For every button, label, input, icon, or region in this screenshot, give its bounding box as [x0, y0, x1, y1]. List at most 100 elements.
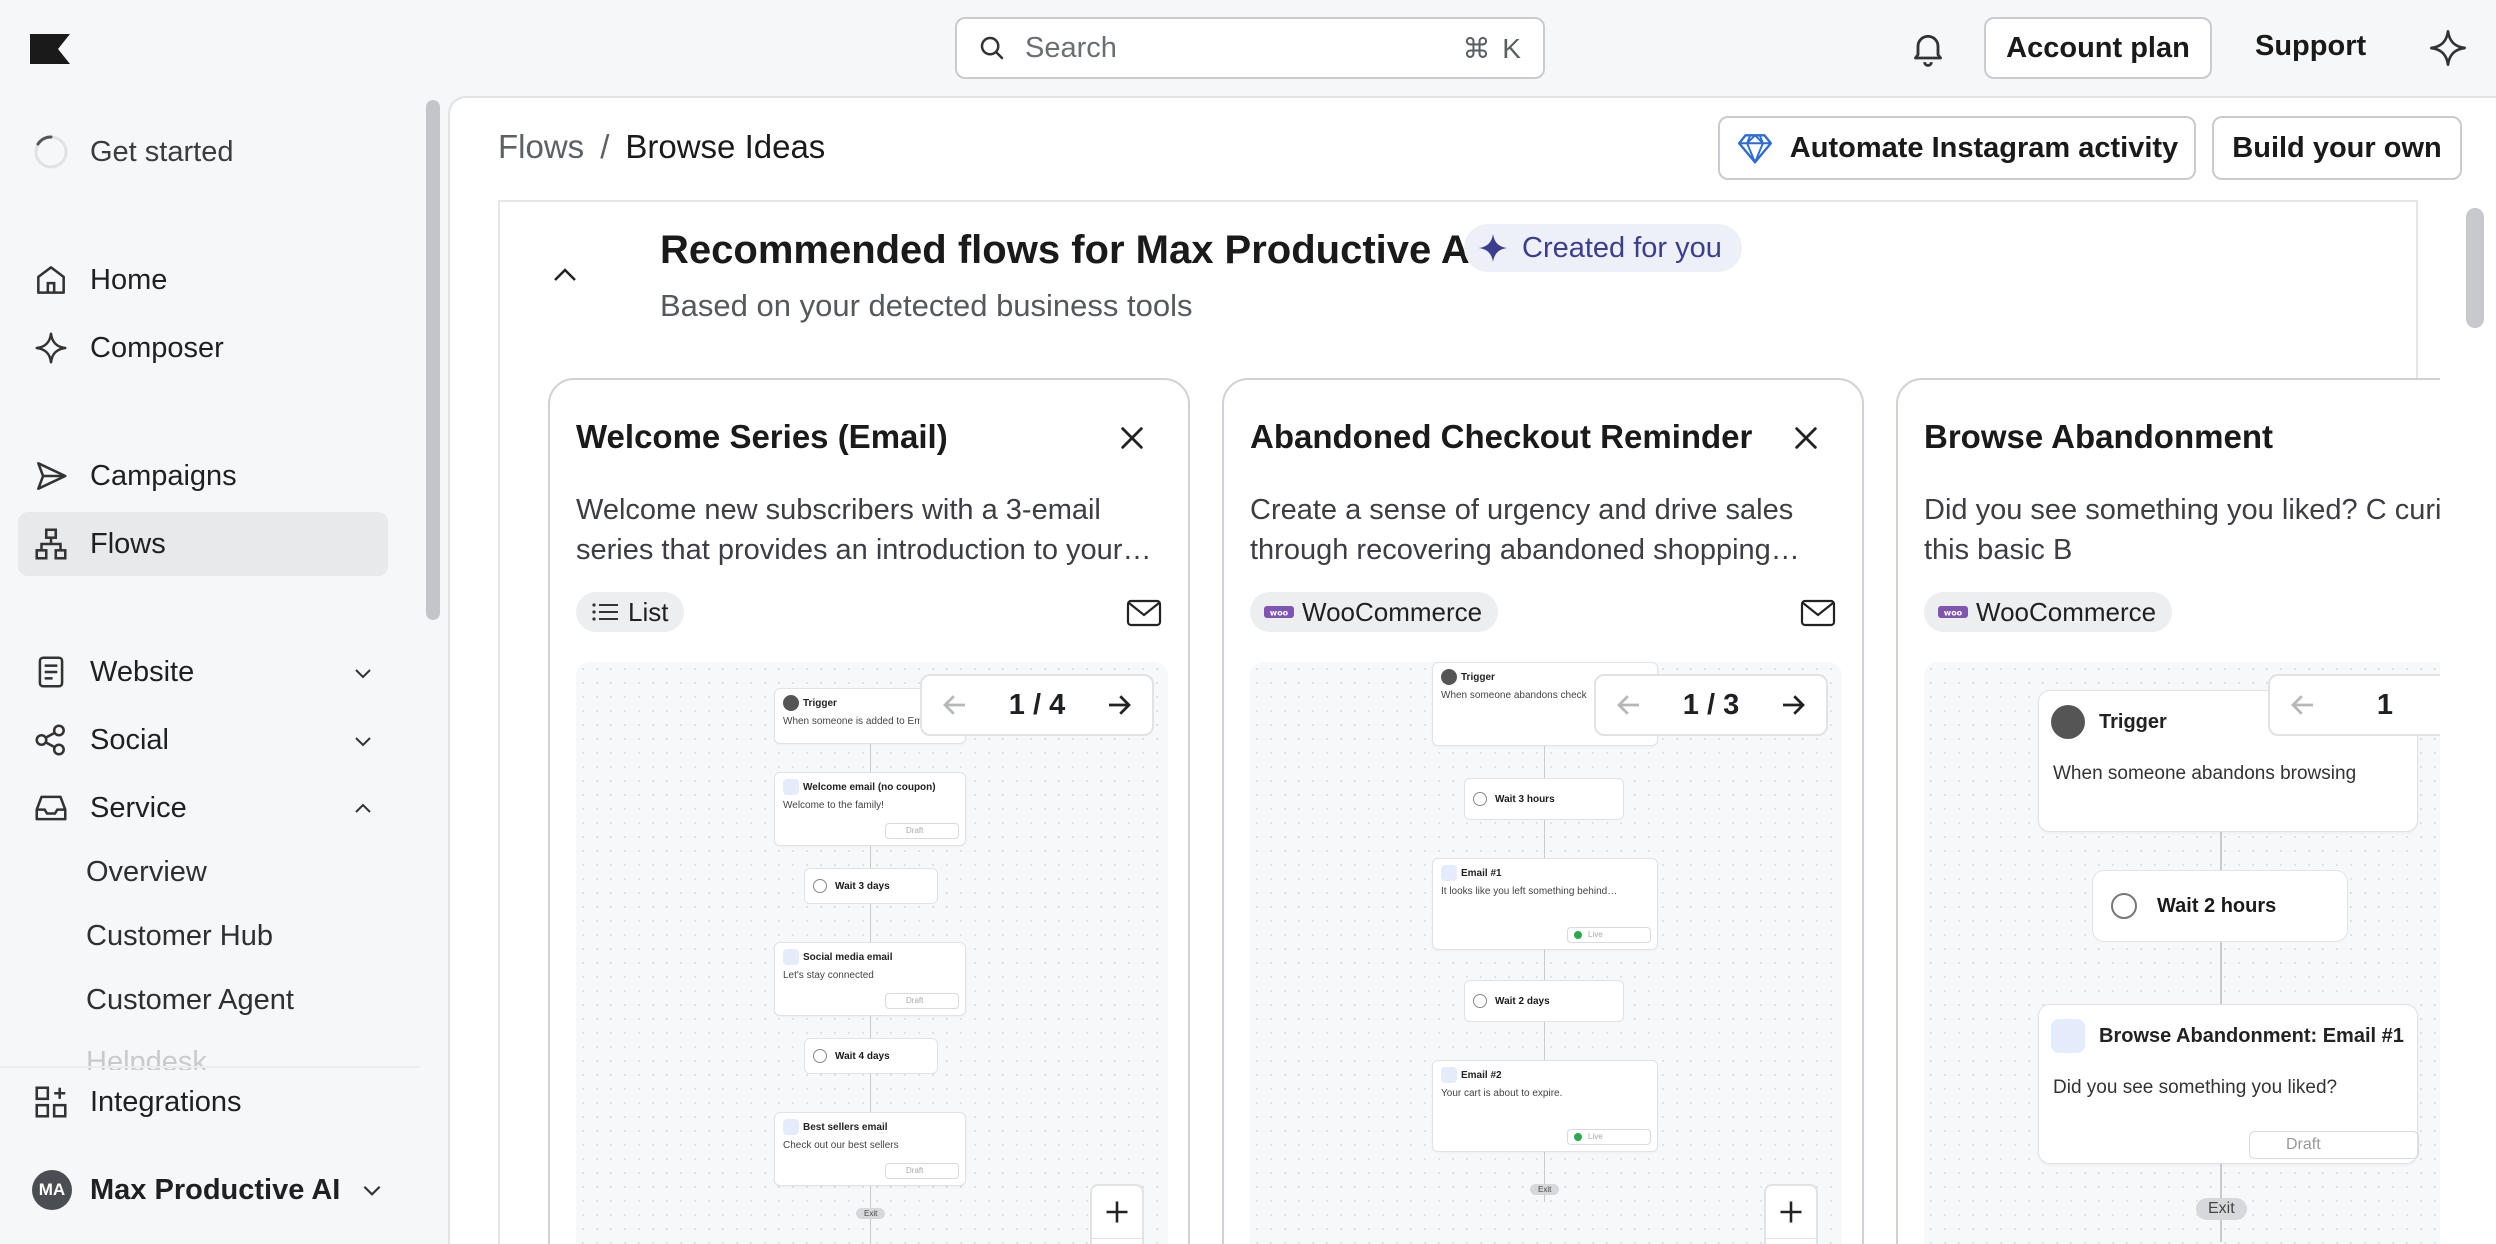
sidebar-item-get-started[interactable]: Get started [18, 120, 388, 184]
flows-icon [35, 528, 67, 560]
arrow-left-icon[interactable] [2288, 690, 2318, 720]
flow-card-browse-abandonment[interactable]: Browse Abandonment Did you see something… [1896, 378, 2440, 1244]
node-title: Browse Abandonment: Email #1 [2099, 1025, 2404, 1047]
support-link[interactable]: Support [2255, 30, 2366, 63]
chevron-down-icon[interactable] [352, 662, 374, 684]
sidebar-scrollbar[interactable] [426, 100, 440, 620]
arrow-right-icon[interactable] [1104, 690, 1134, 720]
sidebar-subitem-customer-agent[interactable]: Customer Agent [86, 984, 294, 1017]
wait-label: Wait 3 days [835, 880, 890, 892]
flow-preview-canvas[interactable]: Trigger When someone abandons check Wait… [1250, 662, 1842, 1244]
email-icon [783, 1119, 799, 1135]
email-icon [783, 949, 799, 965]
flow-node-wait: Wait 4 days [804, 1038, 938, 1074]
ai-sparkle-icon[interactable] [2428, 28, 2468, 68]
flow-node-email: Social media email Let's stay connected … [774, 942, 966, 1016]
chevron-up-icon[interactable] [352, 798, 374, 820]
sidebar-item-campaigns[interactable]: Campaigns [18, 444, 388, 508]
created-for-you-badge: Created for you [1464, 224, 1742, 272]
arrow-left-icon[interactable] [940, 690, 970, 720]
badge-label: Created for you [1522, 231, 1722, 264]
section-title: Recommended flows for Max Productive AI [660, 228, 1481, 272]
status-badge: Live [1567, 927, 1651, 943]
trigger-icon [1441, 669, 1457, 685]
sidebar-item-integrations[interactable]: Integrations [18, 1070, 388, 1134]
node-title: Best sellers email [803, 1122, 888, 1133]
sidebar-item-label: Composer [90, 331, 224, 364]
search-icon [980, 36, 1004, 60]
email-icon [1441, 865, 1457, 881]
status-text: Live [1588, 930, 1603, 939]
node-desc: When someone abandons browsing [2053, 763, 2357, 784]
flow-node-email: Email #1 It looks like you left somethin… [1432, 858, 1658, 950]
chip-label: WooCommerce [1976, 596, 2157, 627]
woocommerce-logo-icon: woo [1938, 606, 1968, 618]
trigger-icon [2051, 705, 2085, 739]
sidebar-item-label: Integrations [90, 1085, 242, 1118]
flow-node-wait: Wait 2 hours [2092, 870, 2348, 942]
zoom-out-button[interactable] [1092, 1238, 1142, 1244]
card-title: Welcome Series (Email) [576, 418, 948, 455]
search-placeholder: Search [1025, 31, 1117, 64]
flow-card-abandoned-checkout[interactable]: Abandoned Checkout Reminder Create a sen… [1222, 378, 1864, 1244]
breadcrumb: Flows / Browse Ideas [498, 128, 825, 166]
breadcrumb-separator: / [600, 128, 610, 165]
node-desc: Check out our best sellers [783, 1140, 899, 1151]
sidebar-item-flows[interactable]: Flows [18, 512, 388, 576]
svg-text:woo: woo [1270, 609, 1289, 618]
woocommerce-chip: woo WooCommerce [1924, 592, 2173, 632]
close-icon[interactable] [1792, 424, 1820, 452]
trigger-chip: List [576, 592, 685, 632]
chip-label: List [628, 596, 669, 627]
node-title: Trigger [1461, 672, 1495, 683]
card-description: Create a sense of urgency and drive sale… [1250, 494, 1800, 566]
sidebar-item-composer[interactable]: Composer [18, 316, 388, 380]
search-input[interactable]: Search ⌘ K [955, 17, 1545, 79]
node-desc: Your cart is about to expire. [1441, 1088, 1563, 1099]
flow-node-wait: Wait 3 days [804, 868, 938, 904]
brand-logo-icon[interactable] [30, 34, 70, 64]
flow-preview-canvas[interactable]: Trigger When someone is added to Email W… [576, 662, 1168, 1244]
wait-label: Wait 4 days [835, 1050, 890, 1062]
automate-instagram-button[interactable]: Automate Instagram activity [1718, 116, 2196, 180]
notifications-bell-icon[interactable] [1908, 28, 1948, 68]
pager-count: 1 [2376, 688, 2394, 721]
sidebar-item-service[interactable]: Service [18, 776, 388, 840]
sidebar-subitem-overview[interactable]: Overview [86, 856, 207, 889]
sidebar-item-website[interactable]: Website [18, 640, 388, 704]
node-title: Trigger [2099, 711, 2167, 733]
sidebar-subitem-customer-hub[interactable]: Customer Hub [86, 920, 273, 953]
clock-icon [813, 879, 827, 893]
automate-instagram-label: Automate Instagram activity [1789, 131, 2179, 164]
status-badge: Live [1567, 1129, 1651, 1145]
main-scrollbar[interactable] [2466, 208, 2484, 328]
flow-node-email: Welcome email (no coupon) Welcome to the… [774, 772, 966, 846]
zoom-in-button[interactable] [1092, 1186, 1142, 1238]
chevron-down-icon[interactable] [352, 730, 374, 752]
breadcrumb-flows[interactable]: Flows [498, 128, 584, 165]
zoom-in-button[interactable] [1766, 1186, 1816, 1238]
account-name: Max Productive AI [90, 1173, 341, 1206]
zoom-out-button[interactable] [1766, 1238, 1816, 1244]
build-your-own-button[interactable]: Build your own [2212, 116, 2462, 180]
wait-label: Wait 2 days [1495, 995, 1550, 1007]
flow-exit: Exit [1530, 1184, 1560, 1195]
close-icon[interactable] [1118, 424, 1146, 452]
flow-preview-canvas[interactable]: Trigger When someone abandons browsing W… [1924, 662, 2440, 1244]
flow-card-welcome-series[interactable]: Welcome Series (Email) Welcome new subsc… [548, 378, 1190, 1244]
arrow-right-icon[interactable] [1778, 690, 1808, 720]
list-icon [592, 603, 618, 621]
node-desc: Welcome to the family! [783, 800, 884, 811]
arrow-left-icon[interactable] [1614, 690, 1644, 720]
node-title: Email #2 [1461, 1070, 1502, 1081]
collapse-chevron-icon[interactable] [550, 260, 580, 290]
account-switcher[interactable]: MA Max Productive AI [18, 1158, 388, 1222]
node-desc: When someone abandons check [1441, 690, 1587, 701]
email-icon [783, 779, 799, 795]
pager-count: 1 / 4 [1008, 688, 1066, 721]
account-plan-button[interactable]: Account plan [1984, 17, 2212, 79]
woocommerce-logo-icon: woo [1264, 606, 1294, 618]
document-icon [38, 656, 64, 688]
sidebar-item-home[interactable]: Home [18, 248, 388, 312]
sidebar-item-social[interactable]: Social [18, 708, 388, 772]
